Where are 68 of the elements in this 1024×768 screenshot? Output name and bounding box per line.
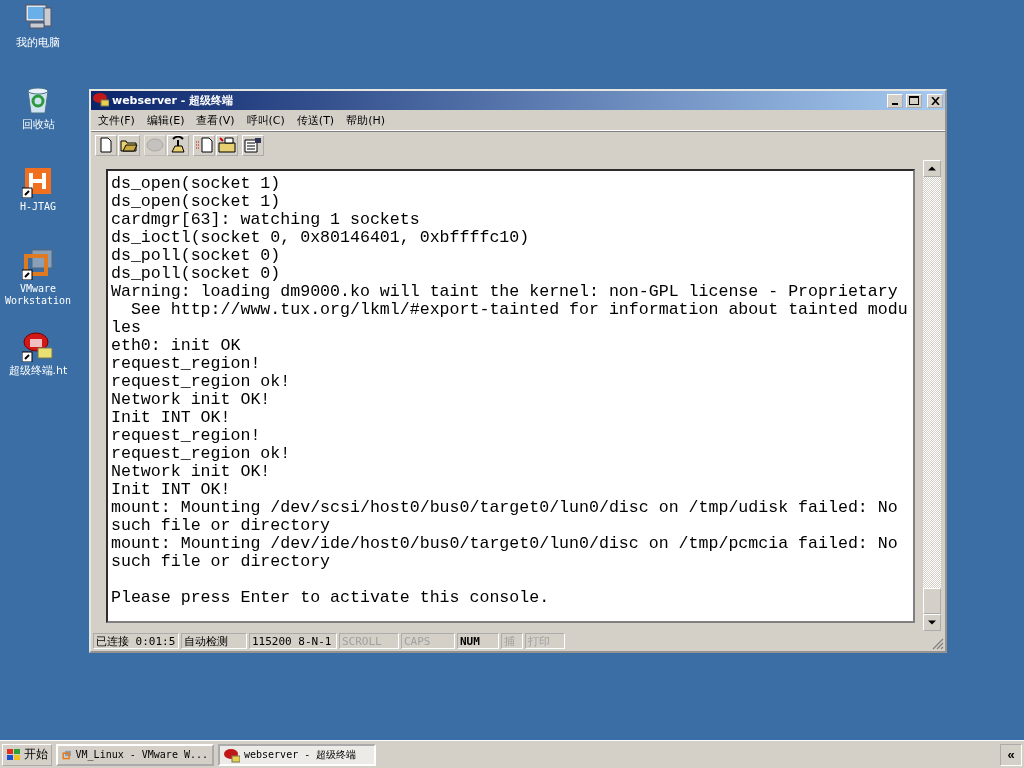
- menu-item[interactable]: 查看(V): [191, 111, 240, 129]
- menu-item[interactable]: 编辑(E): [141, 111, 190, 129]
- terminal-line: request_region ok!: [111, 373, 292, 391]
- status-cell: 已连接 0:01:5: [93, 633, 179, 649]
- desktop-icon-label[interactable]: 我的电脑: [16, 37, 60, 49]
- menu-item[interactable]: 帮助(H): [341, 111, 390, 129]
- vertical-scrollbar[interactable]: [923, 160, 941, 631]
- status-cell: 115200 8-N-1: [249, 633, 337, 649]
- close-button[interactable]: [927, 93, 943, 108]
- terminal-line: ds_open(socket 1): [111, 175, 282, 193]
- terminal-line: ds_poll(socket 0): [111, 265, 282, 283]
- resize-grip-icon[interactable]: [932, 638, 944, 650]
- window-title: webserver - 超级终端: [112, 93, 235, 108]
- minimize-icon: [892, 102, 898, 105]
- toolbar-button[interactable]: [118, 134, 140, 156]
- blank-page-icon: [98, 137, 114, 153]
- scroll-thumb[interactable]: [923, 588, 941, 614]
- desktop-icon-label[interactable]: VMware Workstation: [0, 283, 76, 307]
- toolbar-button[interactable]: [242, 134, 264, 156]
- terminal-line: ds_poll(socket 0): [111, 247, 282, 265]
- terminal-line: request_region!: [111, 355, 262, 373]
- up-arrow-icon: [928, 166, 936, 171]
- terminal-line: Init INT OK!: [111, 409, 232, 427]
- folder-icon: [120, 137, 138, 153]
- folder-icon: [218, 137, 236, 153]
- toolbar-button[interactable]: [216, 134, 238, 156]
- desktop-icon-label[interactable]: 回收站: [21, 119, 55, 131]
- scroll-up-button[interactable]: [923, 160, 941, 177]
- taskbar-button[interactable]: VM_Linux - VMware W...: [56, 743, 214, 766]
- terminal-line: eth0: init OK: [111, 337, 242, 355]
- properties-icon: [244, 137, 262, 153]
- terminal-line: See http://www.tux.org/lkml/#export-tainted for information about tainted modu: [129, 301, 909, 319]
- maximize-icon: [909, 96, 919, 105]
- toolbar-button[interactable]: [167, 134, 189, 156]
- page-icon: [195, 137, 213, 153]
- h-logo-icon: [22, 166, 54, 198]
- terminal-line: Please press Enter to activate this console.: [111, 589, 551, 607]
- menu-item[interactable]: 文件(F): [93, 111, 140, 129]
- terminal-line: Network init OK!: [111, 463, 272, 481]
- desktop-icon-label[interactable]: 超级终端.ht: [8, 365, 68, 377]
- terminal-line: mount: Mounting /dev/ide/host0/bus0/target0/lun0/disc on /tmp/pcmcia failed: No: [111, 535, 899, 553]
- down-arrow-icon: [928, 620, 936, 625]
- taskbar-button[interactable]: webserver - 超级终端: [218, 743, 376, 766]
- terminal-line: ds_ioctl(socket 0, 0x80146401, 0xbffffc10): [111, 229, 531, 247]
- menu-item[interactable]: 呼叫(C): [241, 111, 290, 129]
- minimize-button[interactable]: [887, 93, 903, 108]
- windows-logo-icon: [6, 747, 22, 762]
- terminal-line: les: [111, 319, 142, 337]
- terminal-line: mount: Mounting /dev/scsi/host0/bus0/target0/lun0/disc on /tmp/udisk failed: No: [111, 499, 899, 517]
- status-cell: 自动检测: [181, 633, 247, 649]
- terminal-line: Warning: loading dm9000.ko will taint the kernel: non-GPL license - Proprietary: [111, 283, 899, 301]
- terminal-line: Init INT OK!: [111, 481, 232, 499]
- terminal-line: such file or directory: [111, 517, 332, 535]
- terminal-line: ds_open(socket 1): [111, 193, 282, 211]
- vmware-icon: [22, 248, 54, 280]
- terminal-line: request_region ok!: [111, 445, 292, 463]
- tray-expand-button[interactable]: «: [1000, 743, 1022, 766]
- start-button[interactable]: 开始: [2, 743, 52, 766]
- terminal-line: request_region!: [111, 427, 262, 445]
- scroll-down-button[interactable]: [923, 614, 941, 631]
- desktop-icon-label[interactable]: H-JTAG: [19, 201, 57, 213]
- maximize-button[interactable]: [906, 93, 922, 108]
- status-cell: NUM: [457, 633, 499, 649]
- close-icon: [930, 96, 940, 105]
- terminal-line: cardmgr[63]: watching 1 sockets: [111, 211, 421, 229]
- terminal-line: such file or directory: [111, 553, 332, 571]
- terminal-line: Network init OK!: [111, 391, 272, 409]
- menu-item[interactable]: 传送(T): [291, 111, 340, 129]
